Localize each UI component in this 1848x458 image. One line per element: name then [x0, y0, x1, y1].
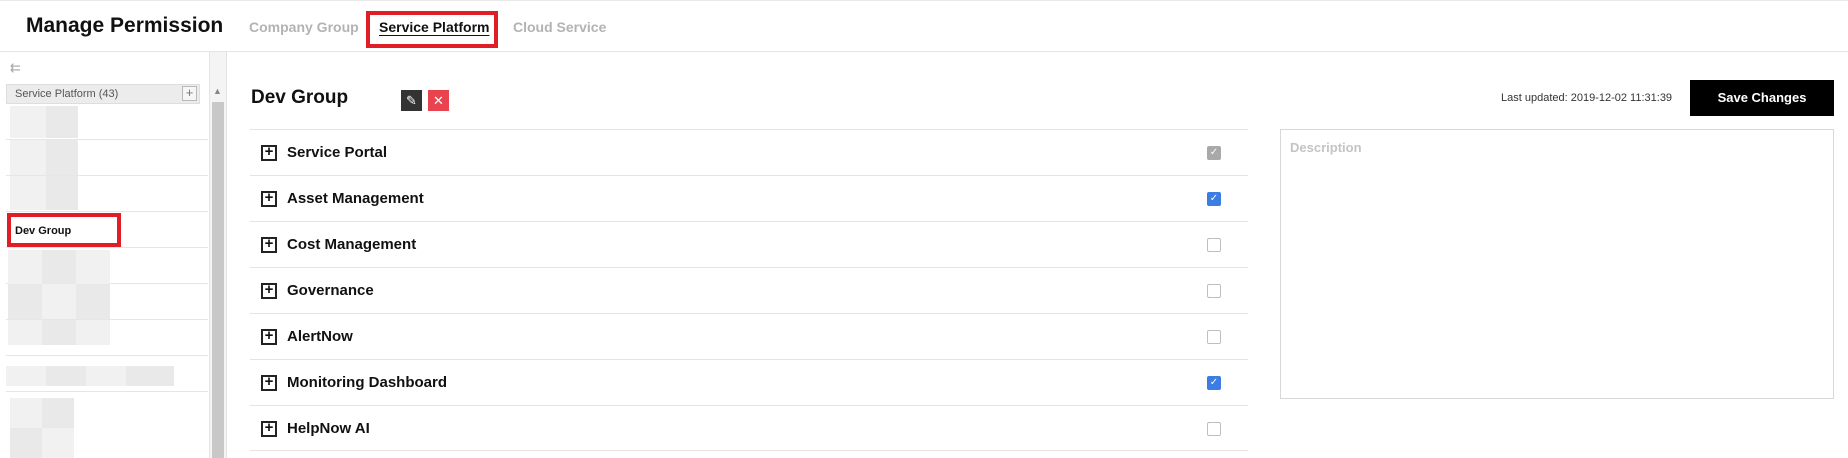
- blurred-text: [46, 106, 78, 138]
- last-updated-text: Last updated: 2019-12-02 11:31:39: [1501, 92, 1673, 104]
- sidebar-header: Service Platform (43): [6, 84, 200, 104]
- expand-plus-icon[interactable]: +: [261, 282, 277, 299]
- blurred-text: [8, 320, 42, 345]
- scroll-thumb[interactable]: [212, 102, 224, 458]
- scroll-up-icon[interactable]: ▲: [213, 86, 222, 96]
- blurred-text: [42, 250, 76, 284]
- blurred-text: [10, 428, 42, 458]
- blurred-text: [42, 398, 74, 428]
- list-item[interactable]: [6, 140, 208, 176]
- expand-plus-icon[interactable]: +: [261, 236, 277, 253]
- tab-company-group[interactable]: Company Group: [249, 19, 359, 35]
- permission-checkbox[interactable]: [1207, 422, 1221, 436]
- blurred-text: [46, 176, 78, 210]
- selection-highlight-box: [7, 213, 121, 247]
- group-name-title: Dev Group: [251, 87, 349, 108]
- blurred-text: [42, 284, 76, 319]
- permission-checkbox[interactable]: ✓: [1207, 376, 1221, 390]
- list-item[interactable]: [6, 104, 208, 140]
- permission-checkbox[interactable]: [1207, 284, 1221, 298]
- permission-row: + Service Portal ✓: [250, 129, 1248, 175]
- blurred-text: [126, 366, 174, 386]
- collapse-left-icon[interactable]: ⇇: [10, 60, 28, 76]
- permission-label: Service Portal: [287, 144, 388, 161]
- blurred-text: [76, 320, 110, 345]
- blurred-text: [46, 140, 78, 175]
- permission-checkbox[interactable]: [1207, 238, 1221, 252]
- permission-label: HelpNow AI: [287, 420, 370, 437]
- expand-plus-icon[interactable]: +: [261, 374, 277, 391]
- permission-label: Cost Management: [287, 236, 417, 253]
- tab-cloud-service[interactable]: Cloud Service: [513, 19, 606, 35]
- blurred-text: [10, 140, 46, 175]
- description-field[interactable]: [1280, 129, 1834, 399]
- list-item[interactable]: [6, 392, 208, 458]
- blurred-text: [42, 320, 76, 345]
- close-icon[interactable]: ✕: [428, 90, 449, 111]
- permission-checkbox[interactable]: [1207, 330, 1221, 344]
- sidebar: ⇇ Service Platform (43) + Dev Group: [0, 52, 227, 458]
- permission-checkbox[interactable]: ✓: [1207, 146, 1221, 160]
- group-list: Dev Group: [6, 104, 208, 458]
- add-group-button[interactable]: +: [182, 86, 197, 101]
- tab-highlight-box: [366, 11, 498, 48]
- list-item[interactable]: [6, 356, 208, 392]
- permission-row: + HelpNow AI: [250, 405, 1248, 451]
- permission-row: + Monitoring Dashboard ✓: [250, 359, 1248, 405]
- blurred-text: [10, 106, 46, 138]
- permission-checkbox[interactable]: ✓: [1207, 192, 1221, 206]
- list-item[interactable]: [6, 248, 208, 284]
- blurred-text: [86, 366, 126, 386]
- expand-plus-icon[interactable]: +: [261, 190, 277, 207]
- blurred-text: [76, 250, 110, 284]
- list-item[interactable]: [6, 284, 208, 320]
- permission-row: + Asset Management ✓: [250, 175, 1248, 221]
- permission-label: Governance: [287, 282, 374, 299]
- permission-row: + AlertNow: [250, 313, 1248, 359]
- permission-list: + Service Portal ✓ + Asset Management ✓ …: [250, 129, 1248, 451]
- permission-label: AlertNow: [287, 328, 353, 345]
- blurred-text: [76, 284, 110, 319]
- save-changes-button[interactable]: Save Changes: [1690, 80, 1834, 116]
- blurred-text: [8, 250, 42, 284]
- expand-plus-icon[interactable]: +: [261, 328, 277, 345]
- top-bar: Manage Permission Company Group Service …: [0, 0, 1848, 52]
- page-title: Manage Permission: [26, 14, 224, 37]
- blurred-text: [46, 366, 86, 386]
- expand-plus-icon[interactable]: +: [261, 420, 277, 437]
- list-item[interactable]: [6, 320, 208, 356]
- permission-label: Monitoring Dashboard: [287, 374, 447, 391]
- permission-row: + Cost Management: [250, 221, 1248, 267]
- blurred-text: [6, 366, 46, 386]
- blurred-text: [8, 284, 42, 319]
- permission-row: + Governance: [250, 267, 1248, 313]
- blurred-text: [42, 428, 74, 458]
- sidebar-scrollbar[interactable]: ▲: [209, 52, 226, 458]
- blurred-text: [10, 176, 46, 210]
- blurred-text: [10, 398, 42, 428]
- permission-label: Asset Management: [287, 190, 424, 207]
- pencil-icon[interactable]: ✎: [401, 90, 422, 111]
- list-item[interactable]: [6, 176, 208, 212]
- expand-plus-icon[interactable]: +: [261, 144, 277, 161]
